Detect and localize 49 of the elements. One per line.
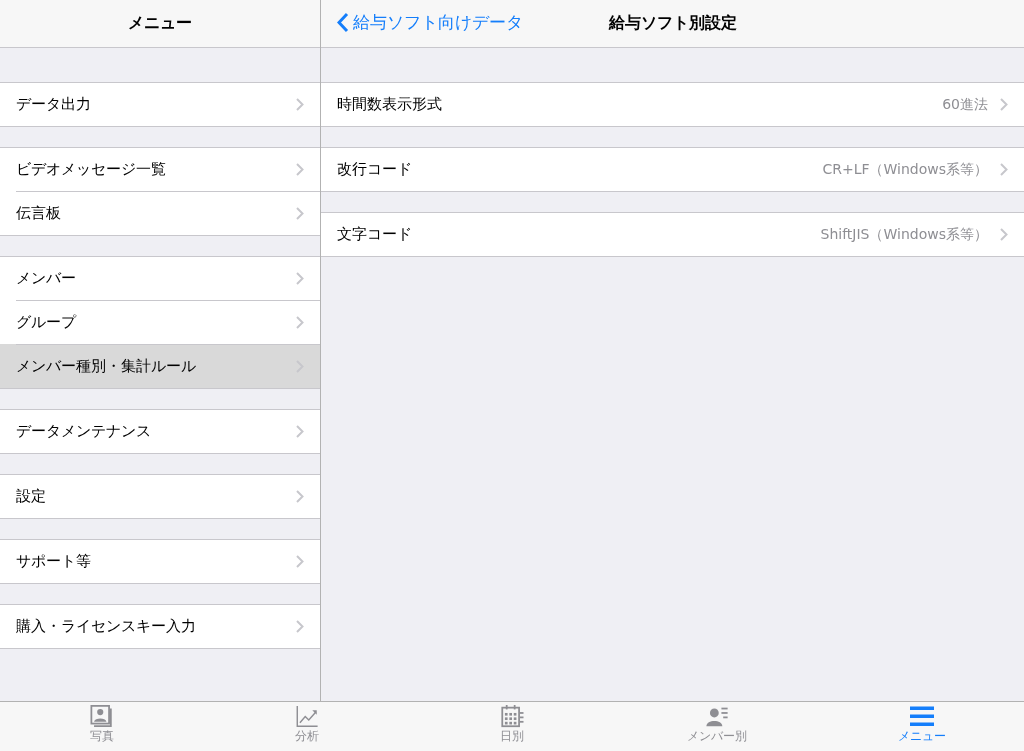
row-value: ShiftJIS（Windows系等） <box>820 225 988 244</box>
settings-row[interactable]: 改行コード CR+LF（Windows系等） <box>321 148 1024 191</box>
menu-item[interactable]: グループ <box>0 300 320 344</box>
chevron-icon <box>296 620 304 633</box>
line-chart-icon <box>294 705 321 728</box>
menu-item[interactable]: 伝言板 <box>0 191 320 235</box>
calendar-icon <box>499 705 525 728</box>
menu-item[interactable]: データ出力 <box>0 83 320 126</box>
menu-item[interactable]: メンバー種別・集計ルール <box>0 344 320 388</box>
row-label: 伝言板 <box>16 204 62 223</box>
menu-item[interactable]: ビデオメッセージ一覧 <box>0 148 320 191</box>
row-label: 改行コード <box>337 160 413 179</box>
chevron-icon <box>1000 163 1008 176</box>
menu-item[interactable]: サポート等 <box>0 540 320 583</box>
row-label: データ出力 <box>16 95 92 114</box>
chevron-icon <box>1000 98 1008 111</box>
chevron-icon <box>296 163 304 176</box>
settings-row[interactable]: 文字コード ShiftJIS（Windows系等） <box>321 213 1024 256</box>
chevron-icon <box>296 425 304 438</box>
row-label: データメンテナンス <box>16 422 152 441</box>
chevron-icon <box>296 98 304 111</box>
chevron-icon <box>296 316 304 329</box>
menu-item[interactable]: 設定 <box>0 475 320 518</box>
row-label: 購入・ライセンスキー入力 <box>16 617 197 636</box>
chevron-icon <box>296 207 304 220</box>
row-label: グループ <box>16 313 78 332</box>
chevron-icon <box>1000 228 1008 241</box>
menu-item[interactable]: 購入・ライセンスキー入力 <box>0 605 320 648</box>
chevron-icon <box>296 272 304 285</box>
row-label: 設定 <box>16 487 47 506</box>
row-label: 文字コード <box>337 225 413 244</box>
row-value: CR+LF（Windows系等） <box>822 160 988 179</box>
chevron-icon <box>296 555 304 568</box>
menu-item[interactable]: データメンテナンス <box>0 410 320 453</box>
tab[interactable]: メニュー <box>819 702 1024 751</box>
chevron-icon <box>296 490 304 503</box>
row-label: 時間数表示形式 <box>337 95 443 114</box>
back-chevron-icon <box>337 12 349 33</box>
row-label: メンバー <box>16 269 77 288</box>
sidebar-title: メニュー <box>128 13 192 34</box>
settings-row[interactable]: 時間数表示形式 60進法 <box>321 83 1024 126</box>
back-button[interactable]: 給与ソフト向けデータ <box>337 11 523 34</box>
row-label: ビデオメッセージ一覧 <box>16 160 167 179</box>
row-label: メンバー種別・集計ルール <box>16 357 197 376</box>
row-label: サポート等 <box>16 552 92 571</box>
page-title: 給与ソフト別設定 <box>608 13 737 34</box>
row-value: 60進法 <box>942 95 988 114</box>
menu-item[interactable]: メンバー <box>0 257 320 300</box>
menu-icon <box>909 705 934 728</box>
